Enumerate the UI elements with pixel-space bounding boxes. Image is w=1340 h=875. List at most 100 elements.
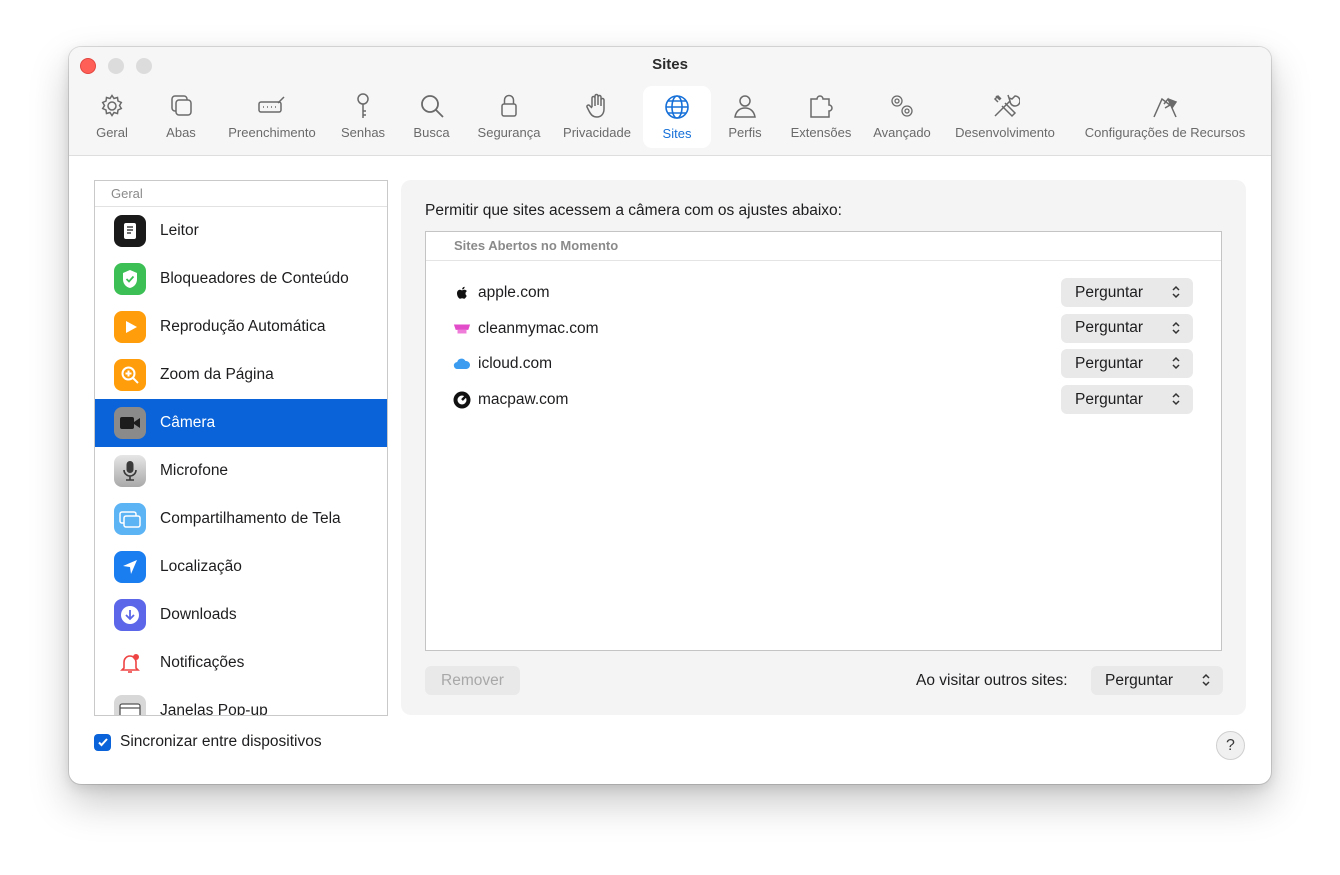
checkmark-icon	[97, 738, 108, 747]
sidebar-item-microfone[interactable]: Microfone	[95, 447, 387, 495]
tab-configuracoes-recursos-label: Configurações de Recursos	[1084, 125, 1246, 140]
sidebar-item-notificacoes[interactable]: Notificações	[95, 639, 387, 687]
screen-share-icon	[114, 503, 146, 535]
chevron-up-down-icon	[1172, 393, 1180, 406]
hand-icon	[586, 93, 605, 118]
tab-busca-label: Busca	[413, 125, 450, 140]
search-icon	[420, 95, 444, 118]
popup-value: Perguntar	[1075, 354, 1144, 372]
tab-seguranca[interactable]: Segurança	[473, 85, 545, 147]
sidebar-item-label: Notificações	[160, 654, 245, 671]
chevron-up-down-icon	[1172, 321, 1180, 334]
sidebar-item-label: Localização	[160, 558, 242, 575]
flags-icon	[1153, 97, 1178, 118]
tab-avancado[interactable]: Avançado	[869, 85, 935, 147]
sidebar-item-reproducao[interactable]: Reprodução Automática	[95, 303, 387, 351]
sidebar-item-label: Microfone	[160, 462, 229, 479]
titlebar: Sites Geral Abas Preenchimento Senhas Bu…	[69, 47, 1271, 156]
tab-perfis[interactable]: Perfis	[725, 85, 765, 147]
popup-value: Perguntar	[1105, 671, 1174, 689]
table-row[interactable]: cleanmymac.com Perguntar	[426, 311, 1221, 347]
sidebar-header: Geral	[95, 181, 387, 207]
tab-preenchimento[interactable]: Preenchimento	[221, 85, 323, 147]
table-row[interactable]: icloud.com Perguntar	[426, 346, 1221, 382]
shield-check-icon	[114, 263, 146, 295]
tab-perfis-label: Perfis	[728, 125, 762, 140]
sidebar-item-label: Leitor	[160, 222, 199, 239]
popup-window-icon	[114, 695, 146, 715]
tabs-icon	[171, 95, 192, 116]
popup-value: Perguntar	[1075, 283, 1144, 301]
tab-preenchimento-label: Preenchimento	[228, 125, 316, 140]
open-sites-table: Sites Abertos no Momento apple.com Pergu…	[425, 231, 1222, 651]
sync-checkbox-row[interactable]: Sincronizar entre dispositivos	[94, 733, 322, 751]
globe-icon	[665, 95, 689, 119]
help-button[interactable]: ?	[1216, 731, 1245, 760]
window-title: Sites	[652, 56, 688, 73]
chevron-up-down-icon	[1172, 357, 1180, 370]
person-icon	[734, 95, 756, 118]
site-domain: cleanmymac.com	[478, 319, 599, 337]
remove-button[interactable]: Remover	[425, 666, 520, 695]
tab-geral-label: Geral	[96, 125, 128, 140]
site-permission-popup[interactable]: Perguntar	[1061, 278, 1193, 307]
tab-desenvolvimento[interactable]: Desenvolvimento	[948, 85, 1062, 147]
tools-icon	[993, 94, 1020, 118]
tab-senhas[interactable]: Senhas	[338, 85, 388, 147]
table-row[interactable]: apple.com Perguntar	[426, 275, 1221, 311]
tab-abas[interactable]: Abas	[159, 85, 203, 147]
chevron-up-down-icon	[1172, 285, 1180, 299]
sidebar-item-label: Reprodução Automática	[160, 318, 326, 335]
popup-value: Perguntar	[1075, 319, 1144, 337]
microphone-icon	[114, 455, 146, 487]
site-permission-popup[interactable]: Perguntar	[1061, 313, 1193, 343]
camera-icon	[114, 407, 146, 439]
tab-privacidade-label: Privacidade	[563, 125, 631, 140]
sidebar-item-janelas-popup[interactable]: Janelas Pop-up	[95, 687, 387, 716]
tab-sites-label: Sites	[662, 126, 692, 141]
cleanmymac-icon	[453, 320, 471, 338]
site-permission-popup[interactable]: Perguntar	[1061, 349, 1193, 379]
site-domain: macpaw.com	[478, 390, 569, 408]
bell-icon	[114, 647, 146, 679]
tab-configuracoes-recursos[interactable]: Configurações de Recursos	[1075, 85, 1255, 147]
permissions-sidebar: Geral Leitor Bloqueadores de Conteúdo Re…	[94, 180, 388, 716]
sync-label: Sincronizar entre dispositivos	[120, 733, 322, 750]
table-row[interactable]: macpaw.com Perguntar	[426, 382, 1221, 418]
popup-value: Perguntar	[1075, 390, 1144, 408]
download-icon	[114, 599, 146, 631]
sidebar-item-label: Downloads	[160, 606, 237, 623]
tab-sites[interactable]: Sites	[643, 86, 711, 148]
other-sites-popup[interactable]: Perguntar	[1091, 666, 1223, 695]
tab-extensoes[interactable]: Extensões	[787, 85, 855, 147]
key-icon	[357, 93, 369, 118]
tab-seguranca-label: Segurança	[477, 125, 541, 140]
tab-desenvolvimento-label: Desenvolvimento	[955, 125, 1055, 140]
sidebar-item-zoom[interactable]: Zoom da Página	[95, 351, 387, 399]
tab-abas-label: Abas	[166, 125, 196, 140]
lock-icon	[501, 94, 517, 117]
other-sites-label: Ao visitar outros sites:	[916, 672, 1068, 689]
sidebar-item-leitor[interactable]: Leitor	[95, 207, 387, 255]
tab-busca[interactable]: Busca	[409, 85, 454, 147]
macpaw-icon	[453, 391, 471, 409]
site-domain: apple.com	[478, 283, 550, 301]
sidebar-item-bloqueadores[interactable]: Bloqueadores de Conteúdo	[95, 255, 387, 303]
sidebar-item-downloads[interactable]: Downloads	[95, 591, 387, 639]
sidebar-item-compartilhamento[interactable]: Compartilhamento de Tela	[95, 495, 387, 543]
sidebar-item-label: Janelas Pop-up	[160, 702, 268, 716]
site-domain: icloud.com	[478, 355, 553, 373]
sync-checkbox[interactable]	[94, 733, 111, 751]
apple-logo-icon	[453, 284, 471, 302]
tab-privacidade[interactable]: Privacidade	[558, 85, 636, 147]
site-permission-popup[interactable]: Perguntar	[1061, 385, 1193, 415]
sidebar-item-label: Compartilhamento de Tela	[160, 510, 341, 527]
tab-geral[interactable]: Geral	[91, 85, 133, 147]
reader-icon	[114, 215, 146, 247]
sidebar-item-label: Zoom da Página	[160, 366, 274, 383]
autofill-icon	[258, 96, 285, 113]
tab-avancado-label: Avançado	[873, 125, 931, 140]
table-header: Sites Abertos no Momento	[426, 232, 1221, 261]
sidebar-item-localizacao[interactable]: Localização	[95, 543, 387, 591]
sidebar-item-camera[interactable]: Câmera	[95, 399, 387, 447]
